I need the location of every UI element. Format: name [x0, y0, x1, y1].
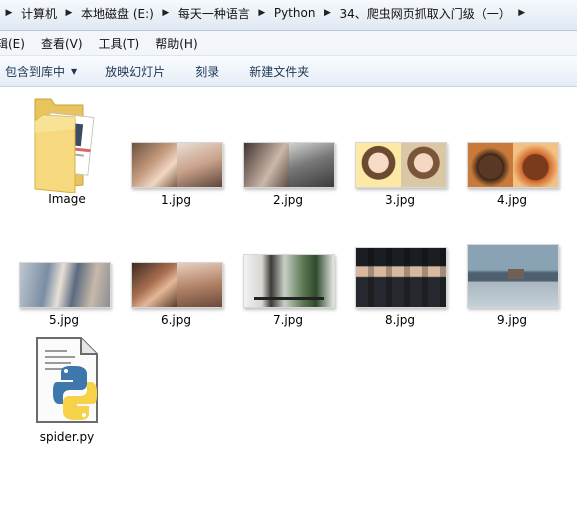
burn-button[interactable]: 刻录 — [195, 63, 219, 80]
include-in-library-label: 包含到库中 — [5, 64, 66, 79]
breadcrumb-separator-icon[interactable]: ▶ — [253, 8, 271, 18]
file-list: Image 1.jpg 2.jpg 3.jpg 4.jpg 5.jpg 6.jp… — [0, 87, 577, 508]
file-name: 4.jpg — [496, 193, 528, 207]
slideshow-button[interactable]: 放映幻灯片 — [105, 63, 165, 80]
file-item-folder-image[interactable]: Image — [17, 93, 117, 213]
image-thumbnail — [355, 247, 447, 308]
file-item-image[interactable]: 5.jpg — [14, 247, 114, 337]
image-thumbnail — [19, 262, 111, 308]
file-name: 2.jpg — [272, 193, 304, 207]
file-name: 6.jpg — [160, 313, 192, 327]
breadcrumb-separator-icon[interactable]: ▶ — [157, 8, 175, 18]
breadcrumb-separator-icon[interactable]: ▶ — [60, 8, 78, 18]
breadcrumb: ▶ 计算机 ▶ 本地磁盘 (E:) ▶ 每天一种语言 ▶ Python ▶ 34… — [0, 3, 577, 23]
image-thumbnail — [467, 142, 559, 188]
file-item-python-script[interactable]: spider.py — [17, 336, 117, 456]
file-name: 8.jpg — [384, 313, 416, 327]
file-item-image[interactable]: 2.jpg — [238, 127, 338, 217]
address-bar[interactable]: ▶ 计算机 ▶ 本地磁盘 (E:) ▶ 每天一种语言 ▶ Python ▶ 34… — [0, 0, 577, 31]
command-toolbar: 包含到库中 ▼ 放映幻灯片 刻录 新建文件夹 — [0, 56, 577, 87]
file-name: 5.jpg — [48, 313, 80, 327]
breadcrumb-separator-icon[interactable]: ▶ — [0, 8, 18, 18]
image-thumbnail — [467, 244, 559, 308]
image-thumbnail — [131, 262, 223, 308]
menu-view[interactable]: 查看(V) — [33, 35, 91, 52]
file-name: 7.jpg — [272, 313, 304, 327]
image-thumbnail — [355, 142, 447, 188]
file-name: 9.jpg — [496, 313, 528, 327]
file-item-image[interactable]: 6.jpg — [126, 247, 226, 337]
file-name: 1.jpg — [160, 193, 192, 207]
image-thumbnail — [243, 254, 335, 308]
file-item-image[interactable]: 8.jpg — [350, 247, 450, 337]
file-item-image[interactable]: 1.jpg — [126, 127, 226, 217]
file-item-image[interactable]: 9.jpg — [462, 244, 562, 337]
menu-bar: 编辑(E) 查看(V) 工具(T) 帮助(H) — [0, 31, 577, 56]
breadcrumb-current-folder[interactable]: 34、爬虫网页抓取入门级（一） — [336, 5, 513, 22]
image-thumbnail — [243, 142, 335, 188]
file-name: 3.jpg — [384, 193, 416, 207]
menu-tools[interactable]: 工具(T) — [91, 35, 148, 52]
folder-icon — [34, 98, 95, 193]
file-item-image[interactable]: 3.jpg — [350, 127, 450, 217]
breadcrumb-separator-icon[interactable]: ▶ — [318, 8, 336, 18]
file-item-image[interactable]: 7.jpg — [238, 247, 338, 337]
menu-help[interactable]: 帮助(H) — [147, 35, 205, 52]
file-item-image[interactable]: 4.jpg — [462, 127, 562, 217]
dropdown-caret-icon: ▼ — [71, 66, 78, 76]
include-in-library-button[interactable]: 包含到库中 ▼ — [5, 63, 77, 80]
menu-edit[interactable]: 编辑(E) — [0, 35, 33, 52]
breadcrumb-expand-icon[interactable]: ▶ — [514, 8, 530, 18]
new-folder-button[interactable]: 新建文件夹 — [249, 63, 309, 80]
file-name: spider.py — [39, 430, 95, 444]
image-thumbnail — [131, 142, 223, 188]
breadcrumb-language-folder[interactable]: 每天一种语言 — [175, 5, 253, 22]
breadcrumb-computer[interactable]: 计算机 — [18, 5, 60, 22]
file-name: Image — [48, 192, 86, 206]
breadcrumb-python[interactable]: Python — [271, 6, 319, 20]
python-file-icon — [36, 337, 98, 423]
breadcrumb-drive-e[interactable]: 本地磁盘 (E:) — [78, 5, 157, 22]
